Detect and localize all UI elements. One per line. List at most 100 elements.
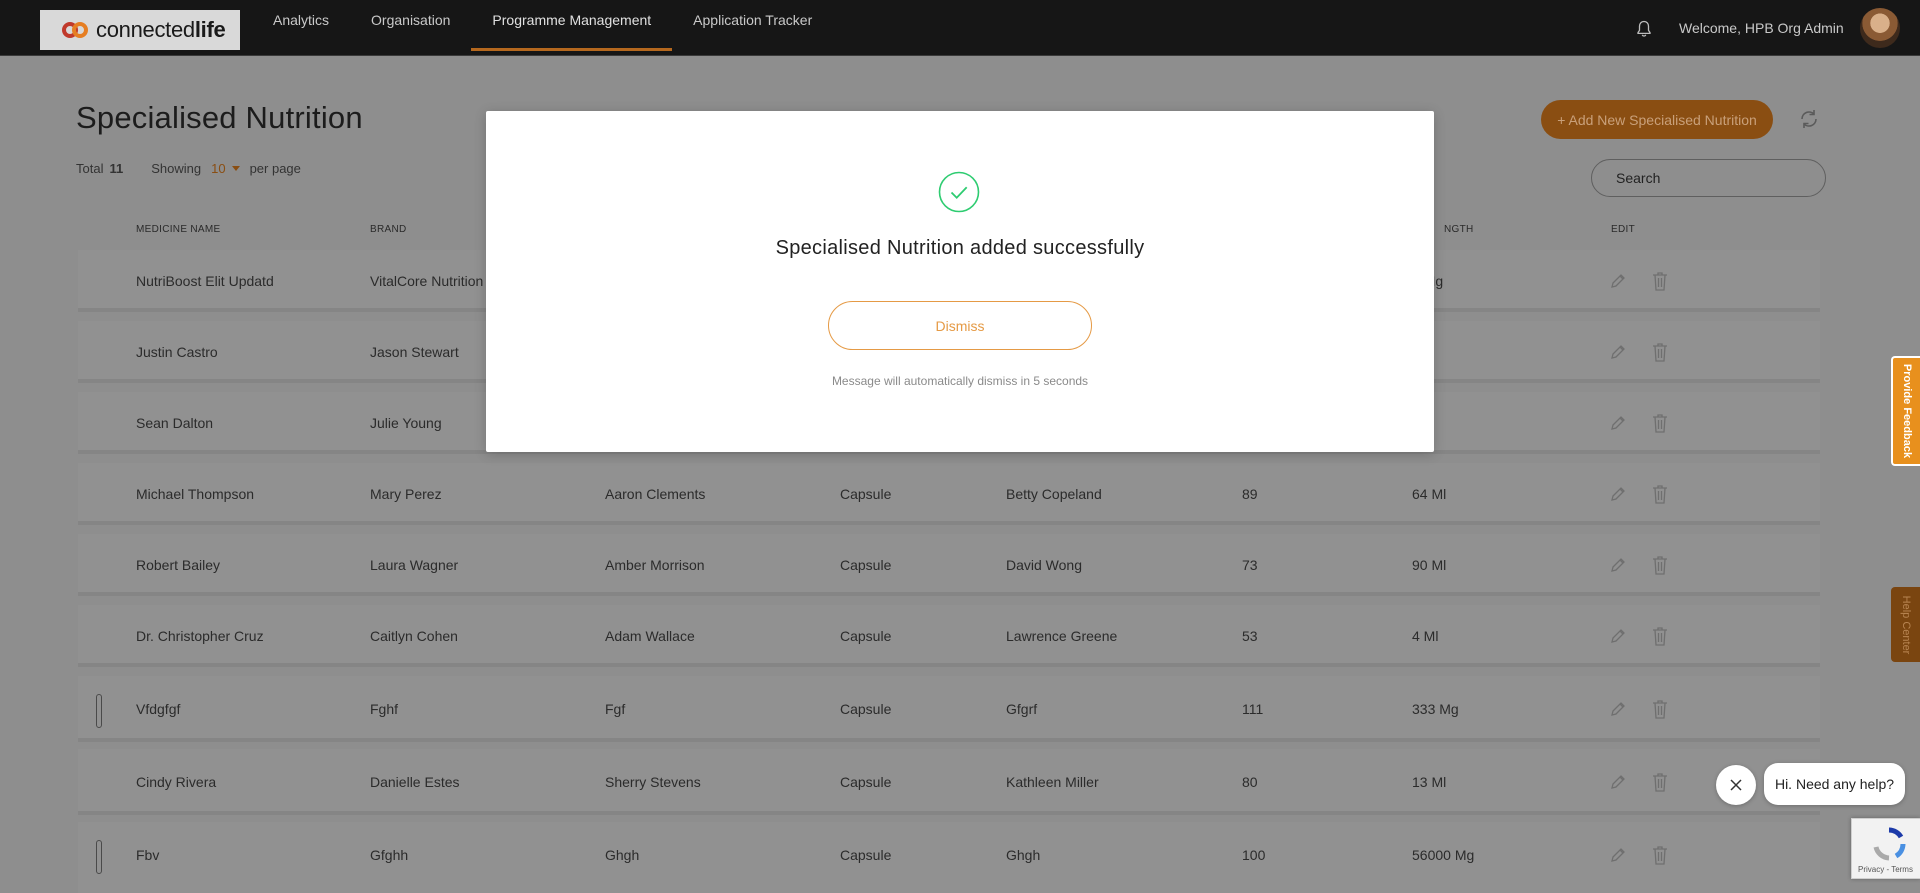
cell-col3: Fgf [605,701,626,717]
search-input[interactable] [1591,159,1826,197]
cell-col3: Aaron Clements [605,486,706,502]
cell-brand: Jason Stewart [370,344,459,360]
connectedlife-logo[interactable]: connectedlife [40,10,240,50]
cell-brand: Caitlyn Cohen [370,628,458,644]
success-modal: Specialised Nutrition added successfully… [486,111,1434,452]
drag-handle[interactable] [96,694,102,728]
edit-icon[interactable] [1609,846,1627,864]
cell-col3: Sherry Stevens [605,774,701,790]
list-meta: Total 11 Showing 10 per page [76,161,301,176]
cell-qty: 100 [1242,847,1266,863]
cell-form: Capsule [840,774,892,790]
table-row[interactable]: Michael Thompson Mary Perez Aaron Clemen… [78,463,1820,525]
table-row[interactable]: Dr. Christopher Cruz Caitlyn Cohen Adam … [78,605,1820,667]
recaptcha-links[interactable]: Privacy - Terms [1858,865,1913,874]
per-page-select[interactable]: 10 [211,161,225,176]
cell-form: Capsule [840,557,892,573]
header-edit: EDIT [1611,224,1635,235]
nav-programme-management[interactable]: Programme Management [471,0,672,51]
cell-col5: David Wong [1006,557,1083,573]
chat-close-button[interactable] [1716,765,1756,805]
trash-icon[interactable] [1652,699,1668,719]
add-specialised-nutrition-button[interactable]: + Add New Specialised Nutrition [1541,100,1773,139]
cell-qty: 80 [1242,774,1258,790]
welcome-text: Welcome, HPB Org Admin [1679,20,1844,36]
trash-icon[interactable] [1652,772,1668,792]
cell-strength: 13 Ml [1412,774,1447,790]
help-center-tab[interactable]: Help Center [1891,587,1920,662]
refresh-icon[interactable] [1797,107,1821,131]
cell-strength: 333 Mg [1412,701,1459,717]
cell-brand: Mary Perez [370,486,442,502]
header-strength: NGTH [1444,224,1474,235]
cell-col5: Ghgh [1006,847,1041,863]
help-center-label: Help Center [1899,595,1912,654]
success-check-icon [938,171,980,213]
cell-name: Fbv [136,847,160,863]
cell-strength: 64 Ml [1412,486,1447,502]
trash-icon[interactable] [1652,555,1668,575]
cell-brand: Fghf [370,701,399,717]
edit-icon[interactable] [1609,773,1627,791]
chevron-down-icon[interactable] [231,166,240,171]
total-count: 11 [109,161,124,176]
edit-icon[interactable] [1609,700,1627,718]
provide-feedback-label: Provide Feedback [1900,363,1913,459]
cell-name: Michael Thompson [136,486,255,502]
edit-icon[interactable] [1609,414,1627,432]
edit-icon[interactable] [1609,485,1627,503]
top-navbar: connectedlife Analytics Organisation Pro… [0,0,1920,56]
trash-icon[interactable] [1652,484,1668,504]
cell-brand: Julie Young [370,415,442,431]
trash-icon[interactable] [1652,626,1668,646]
cell-name: Robert Bailey [136,557,221,573]
cell-col5: Lawrence Greene [1006,628,1118,644]
cell-brand: VitalCore Nutrition [370,273,484,289]
table-row[interactable]: Robert Bailey Laura Wagner Amber Morriso… [78,534,1820,596]
recaptcha-badge[interactable]: Privacy - Terms [1851,818,1920,879]
edit-icon[interactable] [1609,343,1627,361]
cell-col5: Gfgrf [1006,701,1038,717]
cell-strength: 4 Ml [1412,628,1439,644]
cell-form: Capsule [840,847,892,863]
total-label: Total [76,161,104,176]
edit-icon[interactable] [1609,627,1627,645]
cell-strength: 90 Ml [1412,557,1447,573]
cell-name: Cindy Rivera [136,774,217,790]
table-row[interactable]: Fbv Gfghh Ghgh Capsule Ghgh 100 56000 Mg [78,822,1820,893]
main-nav: Analytics Organisation Programme Managem… [252,0,833,56]
cell-qty: 53 [1242,628,1258,644]
table-row[interactable]: Cindy Rivera Danielle Estes Sherry Steve… [78,749,1820,815]
recaptcha-icon [1873,827,1906,861]
avatar[interactable] [1860,8,1900,48]
nav-application-tracker[interactable]: Application Tracker [672,0,833,47]
table-row[interactable]: Vfdgfgf Fghf Fgf Capsule Gfgrf 111 333 M… [78,676,1820,742]
cell-qty: 89 [1242,486,1258,502]
page-title: Specialised Nutrition [76,100,363,135]
cell-name: Sean Dalton [136,415,214,431]
bell-icon[interactable] [1636,20,1652,38]
cell-brand: Gfghh [370,847,409,863]
drag-handle[interactable] [96,840,102,874]
cell-form: Capsule [840,628,892,644]
chat-bubble[interactable]: Hi. Need any help? [1764,763,1905,805]
trash-icon[interactable] [1652,342,1668,362]
dismiss-button[interactable]: Dismiss [828,301,1092,350]
trash-icon[interactable] [1652,845,1668,865]
nav-organisation[interactable]: Organisation [350,0,471,47]
cell-col5: Betty Copeland [1006,486,1102,502]
cell-brand: Danielle Estes [370,774,460,790]
trash-icon[interactable] [1652,413,1668,433]
trash-icon[interactable] [1652,271,1668,291]
edit-icon[interactable] [1609,556,1627,574]
provide-feedback-tab[interactable]: Provide Feedback [1891,356,1920,466]
cell-form: Capsule [840,701,892,717]
cell-brand: Laura Wagner [370,557,459,573]
auto-dismiss-note: Message will automatically dismiss in 5 … [831,374,1089,388]
cell-name: Justin Castro [136,344,218,360]
cell-col5: Kathleen Miller [1006,774,1099,790]
nav-analytics[interactable]: Analytics [252,0,350,47]
cell-name: Vfdgfgf [136,701,181,717]
per-page-label: per page [249,161,301,176]
edit-icon[interactable] [1609,272,1627,290]
